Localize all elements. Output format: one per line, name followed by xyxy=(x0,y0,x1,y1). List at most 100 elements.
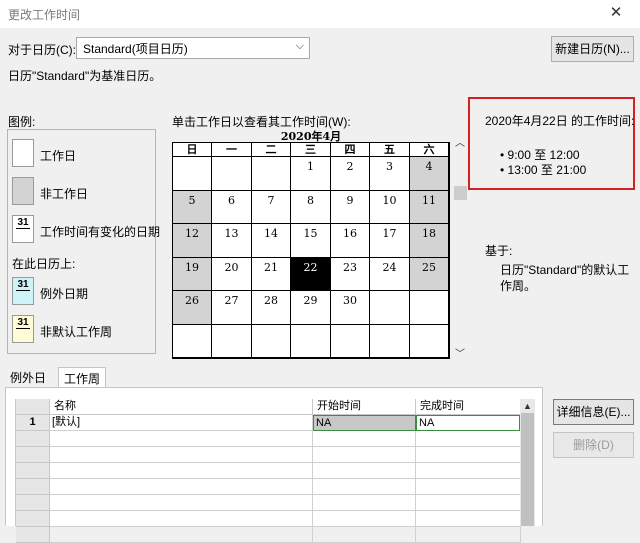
row-number-empty[interactable] xyxy=(16,495,50,511)
nonworking-day-swatch xyxy=(12,177,34,205)
column-header-finish[interactable]: 完成时间 xyxy=(416,399,521,415)
table-cell-empty[interactable] xyxy=(313,431,416,447)
calendar-day[interactable]: 7 xyxy=(252,190,291,224)
row-number-empty[interactable] xyxy=(16,479,50,495)
calendar-select-label: 对于日历(C): xyxy=(8,43,76,57)
calendar-day[interactable]: 22 xyxy=(291,257,331,291)
calendar-day[interactable]: 25 xyxy=(410,257,449,291)
calendar-day[interactable]: 8 xyxy=(291,190,331,224)
calendar-day[interactable]: 4 xyxy=(410,157,449,191)
table-cell-empty[interactable] xyxy=(50,463,313,479)
close-button[interactable]: ✕ xyxy=(606,3,626,23)
calendar-day[interactable]: 20 xyxy=(212,257,252,291)
calendar-day[interactable]: 30 xyxy=(331,291,370,325)
table-cell-empty[interactable] xyxy=(416,511,521,527)
calendar-day[interactable]: 28 xyxy=(252,291,291,325)
based-on-text: 日历"Standard"的默认工作周。 xyxy=(500,263,630,293)
calendar-day[interactable]: 12 xyxy=(173,224,212,258)
table-cell-empty[interactable] xyxy=(416,479,521,495)
row-number-empty[interactable] xyxy=(16,463,50,479)
row-number-empty[interactable] xyxy=(16,527,50,543)
table-cell-empty[interactable] xyxy=(313,495,416,511)
calendar-day[interactable]: 1 xyxy=(291,157,331,191)
table-cell-empty[interactable] xyxy=(313,463,416,479)
table-cell-start[interactable]: NA xyxy=(313,415,416,431)
calendar-day[interactable]: 5 xyxy=(173,190,212,224)
calendar-day[interactable]: 15 xyxy=(291,224,331,258)
row-number[interactable]: 1 xyxy=(16,415,50,431)
table-cell-empty[interactable] xyxy=(50,447,313,463)
calendar-day[interactable]: 3 xyxy=(370,157,410,191)
calendar-select[interactable]: Standard(项目日历) ⌵ xyxy=(76,37,310,59)
tab-exceptions[interactable]: 例外日期 xyxy=(5,367,60,402)
calendar-day[interactable]: 29 xyxy=(291,291,331,325)
table-cell-empty[interactable] xyxy=(313,511,416,527)
details-button[interactable]: 详细信息(E)... xyxy=(553,399,634,425)
calendar-empty-cell xyxy=(173,324,212,358)
table-cell-empty[interactable] xyxy=(313,447,416,463)
calendar-day[interactable]: 23 xyxy=(331,257,370,291)
table-cell-name[interactable]: [默认] xyxy=(50,415,313,431)
calendar-scroll-thumb[interactable] xyxy=(454,186,467,200)
table-cell-empty[interactable] xyxy=(50,495,313,511)
calendar-day[interactable]: 16 xyxy=(331,224,370,258)
tab-work-weeks[interactable]: 工作周 xyxy=(58,367,106,387)
new-calendar-button[interactable]: 新建日历(N)... xyxy=(551,36,634,62)
scroll-down-icon[interactable]: ﹀ xyxy=(455,345,465,360)
calendar-day[interactable]: 17 xyxy=(370,224,410,258)
based-on-label: 基于: xyxy=(485,244,513,258)
nonworking-day-label: 非工作日 xyxy=(40,187,89,201)
calendar-day[interactable]: 2 xyxy=(331,157,370,191)
calendar-day[interactable]: 18 xyxy=(410,224,449,258)
chevron-down-icon: ⌵ xyxy=(295,40,304,52)
calendar-day[interactable]: 24 xyxy=(370,257,410,291)
table-cell-empty[interactable] xyxy=(50,527,313,543)
calendar-day[interactable]: 11 xyxy=(410,190,449,224)
calendar-day[interactable]: 27 xyxy=(212,291,252,325)
calendar-empty-cell xyxy=(410,324,449,358)
table-cell-empty[interactable] xyxy=(50,479,313,495)
table-cell-empty[interactable] xyxy=(416,447,521,463)
calendar-day[interactable]: 9 xyxy=(331,190,370,224)
nondefault-week-label: 非默认工作周 xyxy=(40,325,113,339)
calendar-empty-cell xyxy=(252,157,291,191)
calendar-day[interactable]: 6 xyxy=(212,190,252,224)
column-header-name[interactable]: 名称 xyxy=(50,399,313,415)
calendar-empty-cell xyxy=(331,324,370,358)
delete-button[interactable]: 删除(D) xyxy=(553,432,634,458)
calendar-empty-cell xyxy=(370,324,410,358)
calendar-day[interactable]: 10 xyxy=(370,190,410,224)
calendar-day[interactable]: 19 xyxy=(173,257,212,291)
row-number-empty[interactable] xyxy=(16,447,50,463)
exception-day-swatch: 31 xyxy=(12,277,34,305)
calendar-day[interactable]: 13 xyxy=(212,224,252,258)
row-number-empty[interactable] xyxy=(16,431,50,447)
weekday-header: 一 xyxy=(212,143,252,157)
table-cell-empty[interactable] xyxy=(50,431,313,447)
calendar-day[interactable]: 21 xyxy=(252,257,291,291)
scroll-up-icon[interactable]: ▲ xyxy=(520,399,535,413)
table-scrollbar[interactable]: ▲ xyxy=(520,399,535,526)
calendar-empty-cell xyxy=(252,324,291,358)
table-corner xyxy=(16,399,50,415)
table-cell-finish[interactable]: NA xyxy=(416,415,520,431)
weekday-header: 四 xyxy=(331,143,370,157)
weekday-header: 二 xyxy=(252,143,291,157)
calendar-day[interactable]: 26 xyxy=(173,291,212,325)
row-number-empty[interactable] xyxy=(16,511,50,527)
table-cell-empty[interactable] xyxy=(416,527,521,543)
table-cell-empty[interactable] xyxy=(50,511,313,527)
calendar-day[interactable]: 14 xyxy=(252,224,291,258)
changed-day-swatch: 31 xyxy=(12,215,34,243)
weekday-header: 日 xyxy=(173,143,212,157)
table-cell-empty[interactable] xyxy=(313,479,416,495)
table-cell-empty[interactable] xyxy=(416,463,521,479)
table-scroll-thumb[interactable] xyxy=(521,413,534,526)
table-cell-empty[interactable] xyxy=(313,527,416,543)
column-header-start[interactable]: 开始时间 xyxy=(313,399,416,415)
scroll-up-icon[interactable]: ︿ xyxy=(455,134,465,149)
table-cell-empty[interactable] xyxy=(416,431,521,447)
exception-day-label: 例外日期 xyxy=(40,287,89,301)
calendar-empty-cell xyxy=(410,291,449,325)
table-cell-empty[interactable] xyxy=(416,495,521,511)
